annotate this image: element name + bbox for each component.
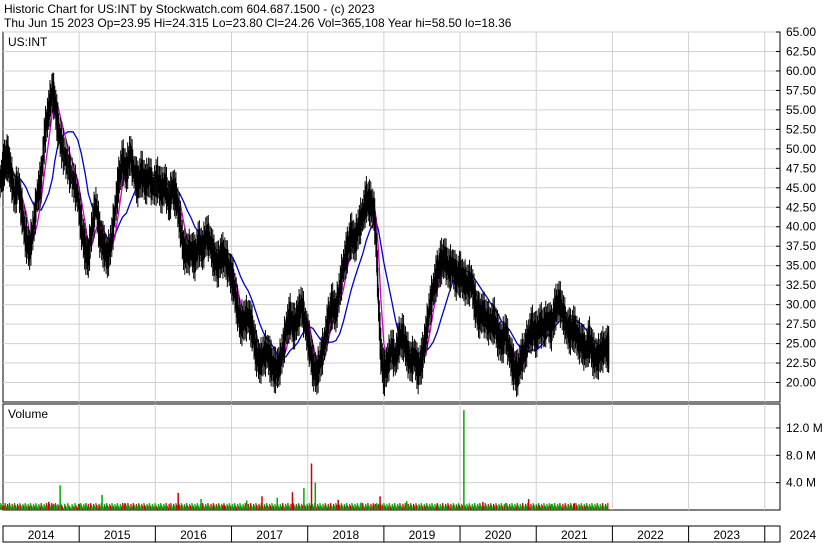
price-tick-label: 42.50: [786, 200, 816, 214]
volume-tick-label: 8.0 M: [786, 448, 816, 462]
price-tick-label: 32.50: [786, 278, 816, 292]
price-tick-label: 40.00: [786, 220, 816, 234]
year-label: 2022: [637, 528, 664, 542]
volume-panel: [2, 403, 781, 511]
price-tick-label: 25.00: [786, 337, 816, 351]
year-label: 2023: [713, 528, 740, 542]
price-tick-label: 65.00: [786, 25, 816, 39]
price-tick-label: 50.00: [786, 142, 816, 156]
price-tick-label: 20.00: [786, 376, 816, 390]
price-tick-label: 47.50: [786, 161, 816, 175]
price-tick-label: 45.00: [786, 181, 816, 195]
year-label: 2020: [485, 528, 512, 542]
price-tick-label: 22.50: [786, 356, 816, 370]
price-tick-label: 35.00: [786, 259, 816, 273]
chart-quote-line: Thu Jun 15 2023 Op=23.95 Hi=24.315 Lo=23…: [4, 16, 512, 30]
year-label: 2014: [28, 528, 55, 542]
year-label: 2015: [104, 528, 131, 542]
price-axis: 65.00 62.50 60.00 57.50 55.00 52.50 50.00 47.50…: [776, 25, 816, 390]
chart-title: Historic Chart for US:INT by Stockwatch.…: [4, 2, 375, 16]
price-tick-label: 62.50: [786, 44, 816, 58]
price-tick-label: 52.50: [786, 122, 816, 136]
year-label: 2024: [790, 528, 817, 542]
price-tick-label: 27.50: [786, 317, 816, 331]
year-label: 2019: [409, 528, 436, 542]
price-tick-label: 55.00: [786, 103, 816, 117]
volume-tick-label: 4.0 M: [786, 476, 816, 490]
price-tick-label: 37.50: [786, 239, 816, 253]
stock-chart: Historic Chart for US:INT by Stockwatch.…: [0, 2, 823, 543]
price-tick-label: 57.50: [786, 83, 816, 97]
volume-label: Volume: [8, 407, 48, 421]
year-label: 2021: [561, 528, 588, 542]
year-label: 2017: [256, 528, 283, 542]
volume-tick-label: 12.0 M: [786, 421, 823, 435]
symbol-label: US:INT: [8, 35, 48, 49]
volume-axis: 12.0 M 8.0 M 4.0 M: [776, 421, 823, 490]
year-label: 2018: [332, 528, 359, 542]
price-tick-label: 30.00: [786, 298, 816, 312]
year-label: 2016: [180, 528, 207, 542]
price-tick-label: 60.00: [786, 64, 816, 78]
